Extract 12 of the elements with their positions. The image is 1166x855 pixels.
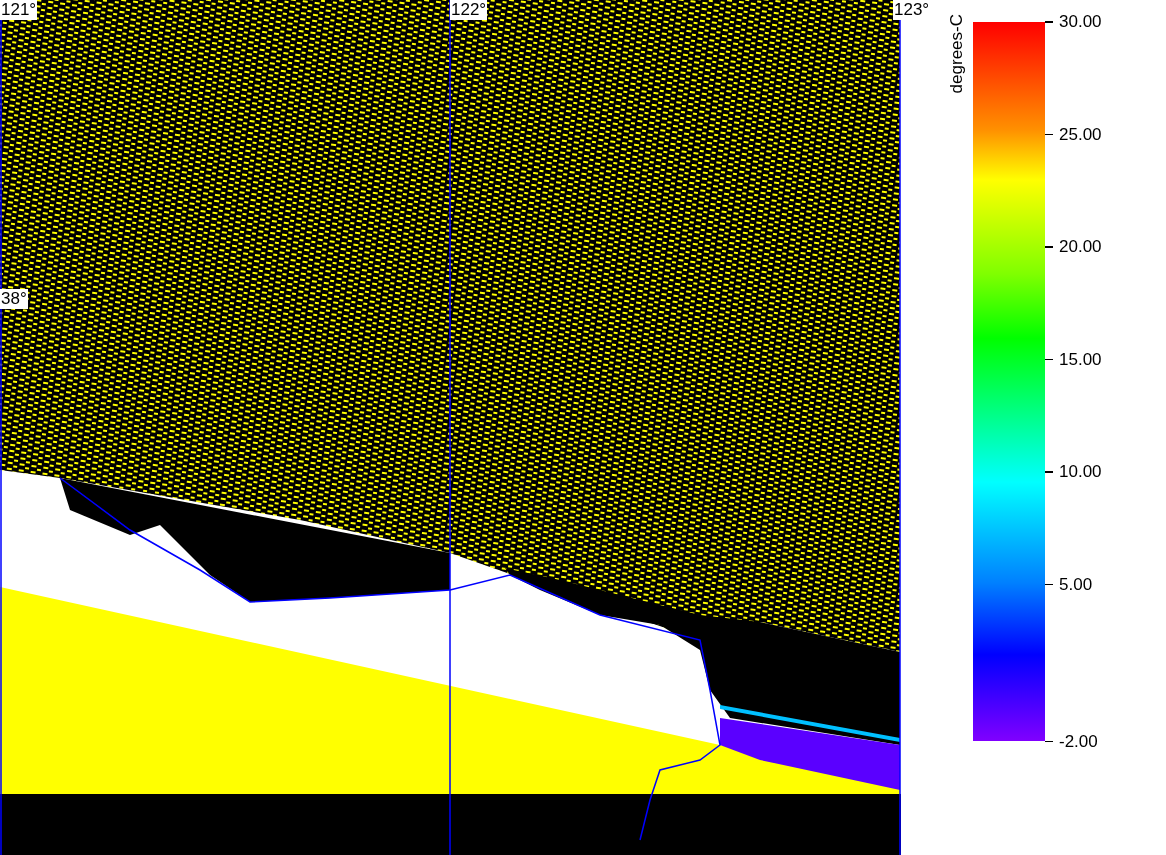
scale-tick-label: 20.00 — [1059, 238, 1102, 256]
scale-tick-label: 30.00 — [1059, 13, 1102, 31]
scale-tick-label: -2.00 — [1059, 732, 1098, 751]
scale-tick-label: 10.00 — [1059, 463, 1102, 481]
longitude-label: 121° — [0, 0, 38, 20]
scale-tick-label: 15.00 — [1059, 350, 1102, 369]
legend-title: degrees-C — [947, 14, 967, 94]
latitude-label: 38° — [0, 289, 28, 309]
scale-tick-label: 25.00 — [1059, 125, 1102, 144]
scale-tick-label: 5.00 — [1059, 575, 1093, 594]
longitude-label: 122° — [450, 0, 488, 20]
longitude-label: 123° — [893, 0, 931, 20]
